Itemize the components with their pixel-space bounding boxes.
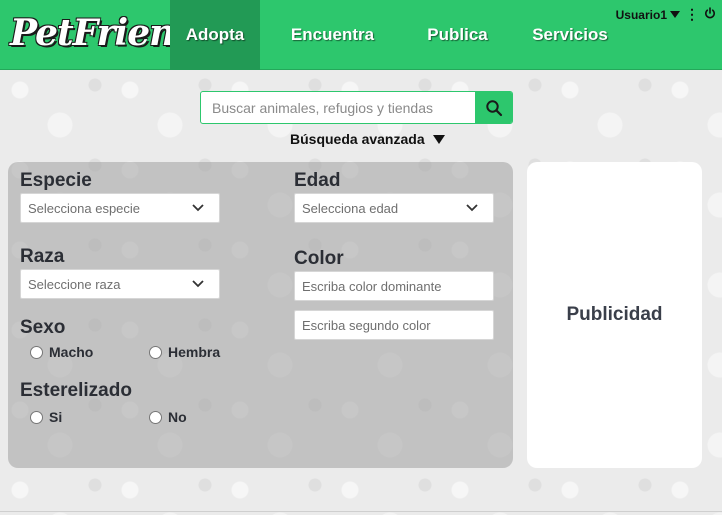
color-segundo-input[interactable]: Escriba segundo color xyxy=(294,310,494,340)
color-label: Color xyxy=(294,248,344,269)
edad-select[interactable]: Selecciona edad xyxy=(294,193,494,223)
especie-select[interactable]: Selecciona especie xyxy=(20,193,220,223)
nav-servicios[interactable]: Servicios xyxy=(525,0,615,70)
chevron-down-icon xyxy=(466,204,478,212)
chevron-down-icon xyxy=(192,204,204,212)
radio-circle[interactable] xyxy=(30,345,43,359)
radio-macho[interactable]: Macho xyxy=(30,344,93,360)
ad-panel: Publicidad xyxy=(527,162,702,468)
chevron-down-icon[interactable] xyxy=(670,11,680,18)
raza-label: Raza xyxy=(20,246,65,267)
color-dominante-input[interactable]: Escriba color dominante xyxy=(294,271,494,301)
nav-encuentra[interactable]: Encuentra xyxy=(280,0,385,70)
radio-circle[interactable] xyxy=(149,345,162,359)
username[interactable]: Usuario1 xyxy=(616,8,667,22)
raza-select[interactable]: Seleccione raza xyxy=(20,269,220,299)
radio-no-label: No xyxy=(168,409,187,425)
kebab-menu-icon[interactable]: ⋮ xyxy=(683,6,701,23)
radio-si[interactable]: Si xyxy=(30,409,62,425)
chevron-down-icon xyxy=(192,280,204,288)
radio-si-label: Si xyxy=(49,409,63,425)
radio-hembra[interactable]: Hembra xyxy=(149,344,220,360)
navbar: PetFriend Adopta Encuentra Publica Servi… xyxy=(0,0,722,70)
power-icon[interactable] xyxy=(704,7,716,22)
radio-hembra-label: Hembra xyxy=(168,344,221,360)
esterelizado-label: Esterelizado xyxy=(20,380,132,401)
search-button[interactable] xyxy=(475,92,512,123)
radio-no[interactable]: No xyxy=(149,409,187,425)
search-bar xyxy=(200,91,513,124)
sexo-label: Sexo xyxy=(20,317,66,338)
search-input[interactable] xyxy=(201,92,475,123)
especie-label: Especie xyxy=(20,170,92,191)
especie-select-value: Selecciona especie xyxy=(28,200,141,216)
nav-adopta[interactable]: Adopta xyxy=(170,0,260,70)
radio-circle[interactable] xyxy=(149,410,162,424)
radio-macho-label: Macho xyxy=(49,344,94,360)
edad-label: Edad xyxy=(294,170,341,191)
edad-select-value: Selecciona edad xyxy=(302,200,399,216)
radio-circle[interactable] xyxy=(30,410,43,424)
raza-select-value: Seleccione raza xyxy=(28,276,121,292)
nav-publica[interactable]: Publica xyxy=(415,0,500,70)
divider xyxy=(0,511,722,512)
advanced-search-toggle[interactable]: Búsqueda avanzada xyxy=(290,131,445,147)
filter-panel: Especie Selecciona especie Edad Seleccio… xyxy=(8,162,513,468)
advanced-search-label: Búsqueda avanzada xyxy=(290,131,425,147)
ad-label: Publicidad xyxy=(566,304,663,325)
search-icon xyxy=(485,99,502,116)
caret-down-icon xyxy=(432,134,445,144)
user-menu[interactable]: Usuario1 ⋮ xyxy=(616,6,716,23)
